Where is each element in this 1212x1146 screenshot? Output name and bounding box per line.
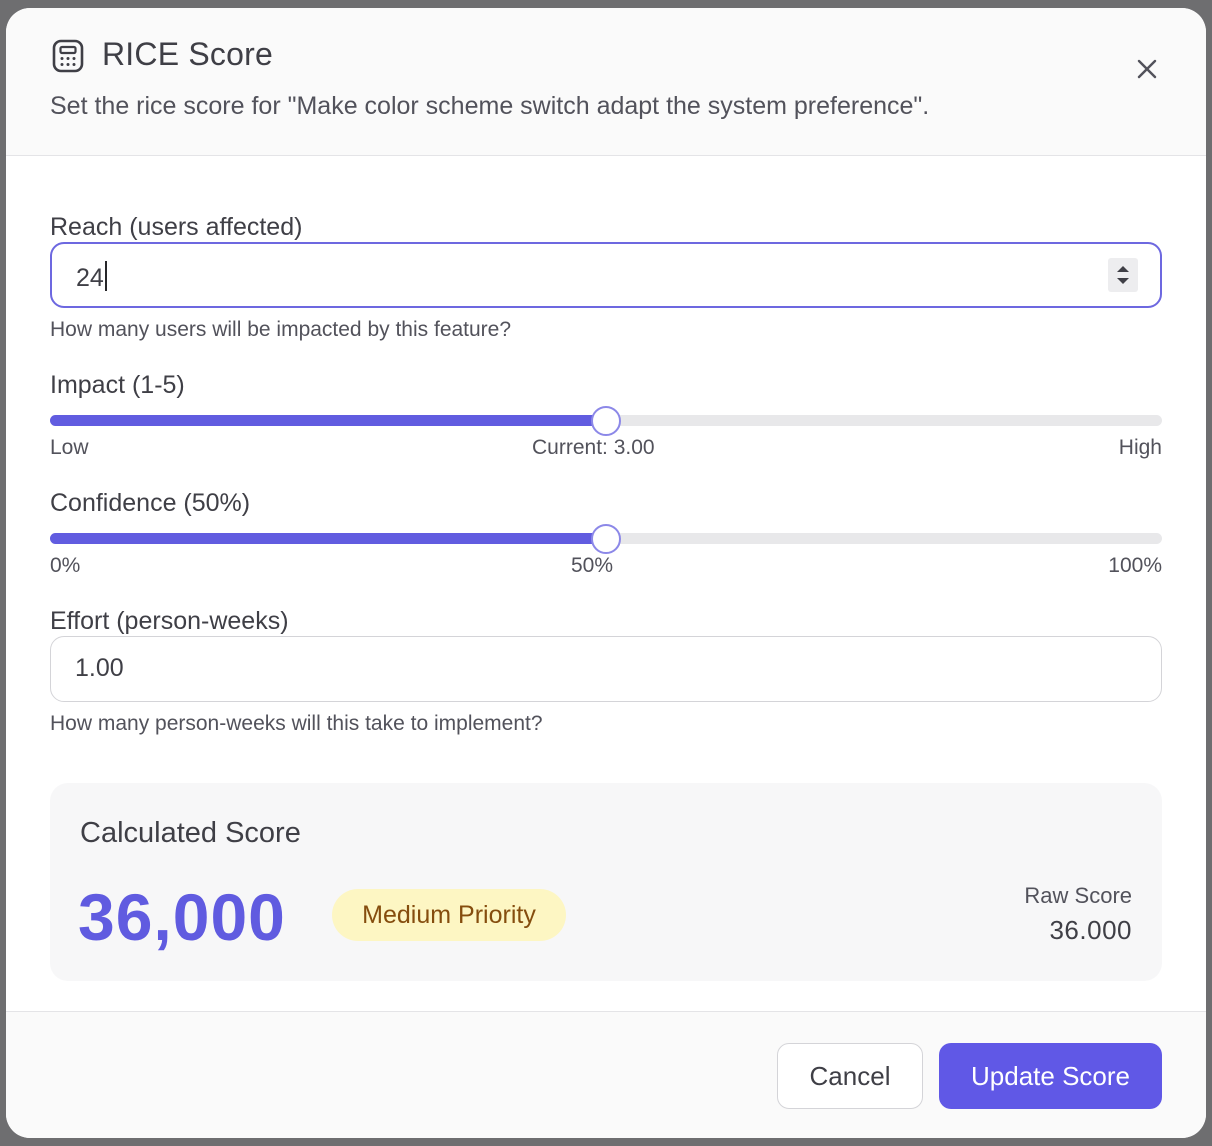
confidence-max-label: 100%	[1108, 554, 1162, 577]
effort-value: 1.00	[75, 654, 124, 682]
confidence-min-label: 0%	[50, 554, 81, 577]
confidence-label: Confidence (50%)	[50, 489, 251, 517]
impact-current-label: Current: 3.00	[532, 436, 655, 459]
calculator-icon	[52, 39, 84, 73]
raw-score-value: 36.000	[1049, 915, 1132, 945]
dialog-footer: Cancel Update Score	[6, 1011, 1206, 1138]
priority-badge: Medium Priority	[332, 889, 566, 941]
dialog-header: RICE Score Set the rice score for "Make …	[6, 8, 1206, 156]
reach-help: How many users will be impacted by this …	[50, 318, 512, 341]
cancel-button[interactable]: Cancel	[777, 1043, 923, 1109]
impact-label: Impact (1-5)	[50, 371, 185, 399]
score-value: 36,000	[78, 880, 286, 954]
dialog-subtitle: Set the rice score for "Make color schem…	[50, 92, 930, 120]
effort-help: How many person-weeks will this take to …	[50, 712, 543, 735]
close-icon	[1137, 59, 1157, 79]
impact-slider-thumb[interactable]	[591, 406, 621, 436]
reach-value: 24	[76, 264, 104, 292]
confidence-slider-fill	[50, 533, 606, 544]
confidence-mid-label: 50%	[571, 554, 614, 577]
rice-score-dialog: RICE Score Set the rice score for "Make …	[6, 8, 1206, 1138]
confidence-slider-thumb[interactable]	[591, 524, 621, 554]
impact-slider[interactable]	[50, 406, 1162, 436]
update-score-button[interactable]: Update Score	[939, 1043, 1162, 1109]
reach-input[interactable]: 24	[50, 242, 1162, 308]
dialog-title: RICE Score	[102, 36, 273, 72]
score-title: Calculated Score	[80, 817, 301, 849]
raw-score-label: Raw Score	[1024, 883, 1132, 908]
effort-label: Effort (person-weeks)	[50, 607, 289, 635]
impact-low-label: Low	[50, 436, 89, 459]
impact-high-label: High	[1118, 436, 1162, 459]
confidence-slider[interactable]	[50, 524, 1162, 554]
impact-slider-fill	[50, 415, 606, 426]
calculated-score-card: Calculated Score 36,000 Medium Priority …	[50, 783, 1162, 981]
reach-label: Reach (users affected)	[50, 213, 303, 241]
stepper-arrows-icon	[1117, 266, 1129, 284]
effort-input[interactable]: 1.00	[50, 636, 1162, 702]
close-button[interactable]	[1130, 52, 1164, 86]
number-stepper[interactable]	[1108, 258, 1138, 292]
